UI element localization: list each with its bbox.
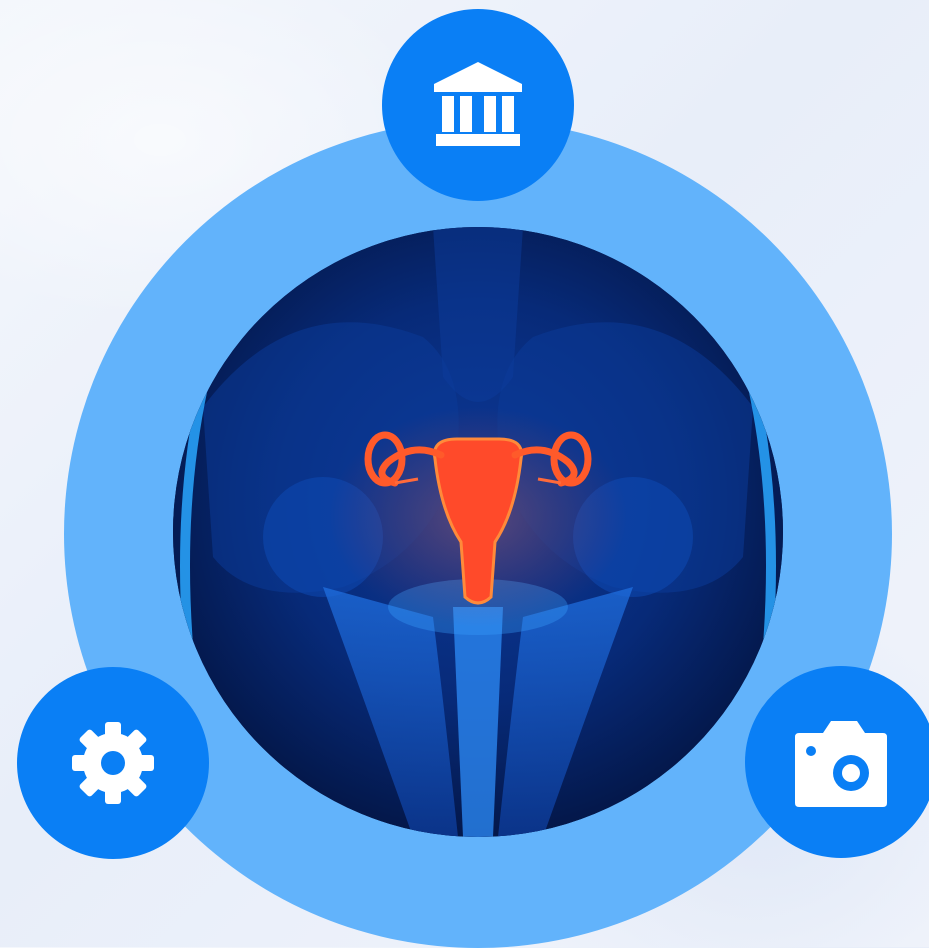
gear-icon — [72, 722, 154, 804]
anatomy-illustration — [173, 227, 783, 837]
institution-button[interactable] — [382, 9, 574, 201]
institution-icon — [434, 62, 522, 146]
anatomy-svg — [173, 227, 783, 837]
camera-button[interactable] — [745, 666, 929, 858]
camera-icon — [795, 721, 887, 807]
sacrum — [433, 227, 523, 402]
settings-button[interactable] — [17, 667, 209, 859]
